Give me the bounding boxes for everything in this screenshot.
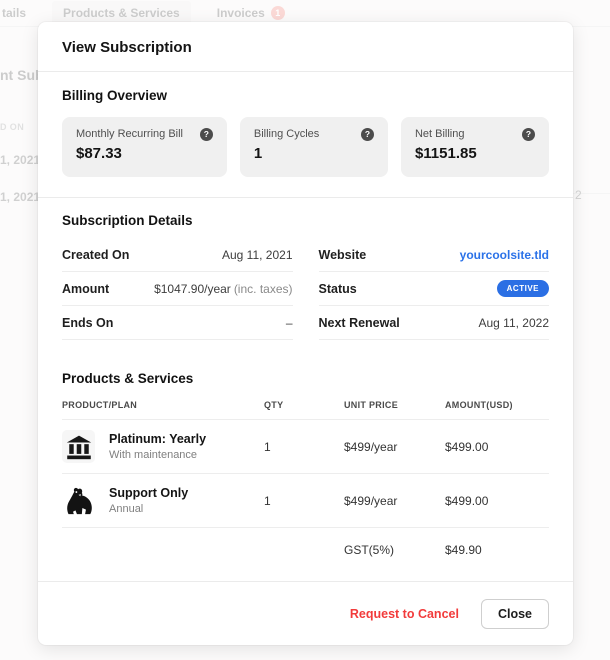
detail-label: Amount (62, 281, 110, 296)
product-subtitle: Annual (109, 503, 144, 515)
website-link[interactable]: yourcoolsite.tld (460, 248, 549, 262)
table-row: Support Only Annual 1 $499/year $499.00 (62, 474, 549, 528)
detail-value: $1047.90/year (inc. taxes) (154, 281, 293, 296)
product-qty: 1 (264, 493, 271, 508)
help-icon[interactable]: ? (199, 128, 213, 141)
card-label: Billing Cycles (253, 128, 320, 140)
col-amount-usd: AMOUNT(USD) (445, 400, 513, 410)
detail-label: Created On (62, 247, 130, 262)
col-qty: QTY (264, 400, 284, 410)
product-amount: $499.00 (445, 439, 489, 454)
billing-overview-heading: Billing Overview (62, 88, 168, 103)
help-icon[interactable]: ? (360, 128, 374, 141)
request-to-cancel-link[interactable]: Request to Cancel (350, 607, 459, 621)
status-badge: ACTIVE (496, 280, 549, 297)
detail-row-amount: Amount $1047.90/year (inc. taxes) (62, 272, 293, 306)
close-button[interactable]: Close (480, 598, 549, 629)
bank-icon (62, 430, 95, 463)
table-row: Platinum: Yearly With maintenance 1 $499… (62, 420, 549, 474)
card-value: 1 (253, 145, 263, 162)
detail-label: Next Renewal (318, 315, 400, 330)
products-services-section: Products & Services PRODUCT/PLAN QTY UNI… (38, 357, 573, 581)
product-qty: 1 (264, 439, 271, 454)
product-title: Support Only (109, 486, 189, 500)
modal-title: View Subscription (38, 22, 573, 72)
card-value: $1151.85 (414, 145, 477, 162)
amount-tax-note: (inc. taxes) (233, 281, 293, 296)
card-label: Net Billing (414, 128, 465, 140)
details-left-column: Created On Aug 11, 2021 Amount $1047.90/… (62, 238, 293, 340)
tax-row: GST(5%) $49.90 (62, 528, 549, 581)
product-unit-price: $499/year (344, 439, 398, 454)
net-billing-card: Net Billing ? $1151.85 (400, 117, 549, 177)
card-label: Monthly Recurring Bill (76, 128, 183, 140)
detail-value: Aug 11, 2022 (478, 315, 549, 330)
card-value: $87.33 (76, 145, 122, 162)
detail-value: Aug 11, 2021 (221, 247, 293, 262)
detail-row-status: Status ACTIVE (318, 272, 549, 306)
subscription-details-section: Subscription Details Created On Aug 11, … (38, 198, 573, 357)
monthly-recurring-bill-card: Monthly Recurring Bill ? $87.33 (62, 117, 227, 177)
product-amount: $499.00 (445, 493, 489, 508)
col-unit-price: UNIT PRICE (344, 400, 399, 410)
products-table-header: PRODUCT/PLAN QTY UNIT PRICE AMOUNT(USD) (62, 398, 549, 420)
gorilla-icon (62, 484, 95, 517)
detail-row-website: Website yourcoolsite.tld (318, 238, 549, 272)
view-subscription-modal: View Subscription Billing Overview Month… (38, 22, 573, 645)
detail-row-next-renewal: Next Renewal Aug 11, 2022 (318, 306, 549, 340)
detail-label: Ends On (62, 315, 114, 330)
help-icon[interactable]: ? (522, 128, 535, 141)
tax-amount: $49.90 (445, 543, 482, 557)
billing-overview-section: Billing Overview Monthly Recurring Bill … (38, 72, 573, 197)
billing-cycles-card: Billing Cycles ? 1 (239, 117, 388, 177)
col-product-plan: PRODUCT/PLAN (62, 400, 138, 410)
modal-footer: Request to Cancel Close (38, 581, 573, 645)
detail-label: Website (318, 247, 367, 262)
detail-label: Status (318, 281, 357, 296)
detail-value: – (285, 315, 293, 330)
product-title: Platinum: Yearly (109, 432, 207, 446)
tax-label: GST(5%) (344, 543, 395, 557)
billing-cards: Monthly Recurring Bill ? $87.33 Billing … (62, 117, 549, 177)
product-subtitle: With maintenance (109, 449, 198, 461)
detail-row-created-on: Created On Aug 11, 2021 (62, 238, 293, 272)
product-unit-price: $499/year (344, 493, 398, 508)
detail-row-ends-on: Ends On – (62, 306, 293, 340)
details-right-column: Website yourcoolsite.tld Status ACTIVE N… (318, 238, 549, 340)
subscription-details-heading: Subscription Details (62, 213, 193, 228)
products-services-heading: Products & Services (62, 371, 194, 386)
